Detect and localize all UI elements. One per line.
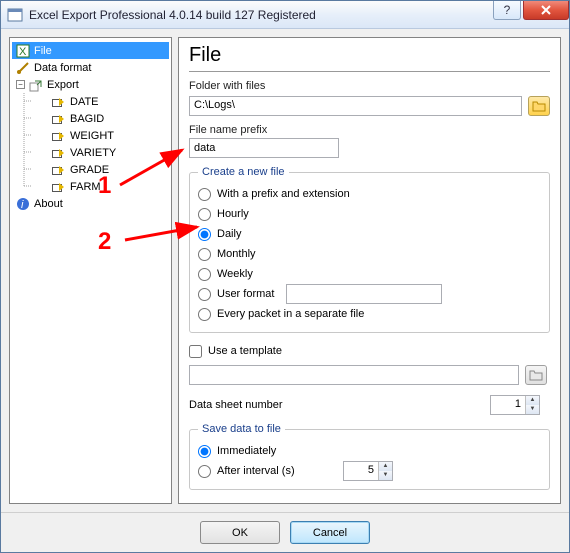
tree-collapse-icon[interactable]: −: [16, 80, 25, 89]
nav-tree[interactable]: X File Data format − Export DATE BAGID W…: [9, 37, 172, 504]
browse-template-button[interactable]: [525, 365, 547, 385]
radio-daily[interactable]: [198, 228, 211, 241]
radio-label: Daily: [217, 228, 241, 240]
field-icon: [52, 164, 66, 176]
tools-icon: [16, 61, 30, 75]
field-icon: [52, 181, 66, 193]
tree-field-farm[interactable]: FARM: [12, 178, 169, 195]
svg-text:X: X: [19, 46, 27, 58]
radio-every-packet[interactable]: [198, 308, 211, 321]
dialog-footer: OK Cancel: [1, 512, 569, 552]
tree-field-weight[interactable]: WEIGHT: [12, 127, 169, 144]
datasheet-value[interactable]: 1: [491, 396, 525, 414]
use-template-label: Use a template: [208, 345, 282, 357]
tree-item-export[interactable]: − Export: [12, 76, 169, 93]
radio-label: Weekly: [217, 268, 253, 280]
save-data-group: Save data to file Immediately After inte…: [189, 423, 550, 490]
field-icon: [52, 113, 66, 125]
radio-monthly[interactable]: [198, 248, 211, 261]
annotation-number-1: 1: [98, 172, 111, 200]
open-file-icon: [529, 369, 543, 381]
spin-down-icon[interactable]: ▼: [526, 405, 539, 414]
field-icon: [52, 130, 66, 142]
tree-item-label: BAGID: [70, 113, 104, 125]
tree-item-label: About: [34, 198, 63, 210]
radio-hourly[interactable]: [198, 208, 211, 221]
page-title: File: [189, 44, 550, 72]
export-icon: [29, 78, 43, 92]
interval-value[interactable]: 5: [344, 462, 378, 480]
tree-item-label: DATE: [70, 96, 99, 108]
spin-down-icon[interactable]: ▼: [379, 471, 392, 480]
tree-field-grade[interactable]: GRADE: [12, 161, 169, 178]
datasheet-label: Data sheet number: [189, 399, 283, 411]
user-format-input[interactable]: [286, 284, 442, 304]
help-button[interactable]: ?: [493, 1, 521, 20]
save-data-legend: Save data to file: [198, 423, 285, 435]
info-icon: i: [16, 197, 30, 211]
radio-user-format[interactable]: [198, 288, 211, 301]
spin-up-icon[interactable]: ▲: [526, 396, 539, 405]
prefix-label: File name prefix: [189, 124, 550, 136]
tree-field-date[interactable]: DATE: [12, 93, 169, 110]
tree-item-about[interactable]: i About: [12, 195, 169, 212]
tree-item-label: WEIGHT: [70, 130, 114, 142]
tree-item-dataformat[interactable]: Data format: [12, 59, 169, 76]
tree-item-label: Data format: [34, 62, 91, 74]
cancel-button[interactable]: Cancel: [290, 521, 370, 544]
create-file-group: Create a new file With a prefix and exte…: [189, 166, 550, 333]
ok-button[interactable]: OK: [200, 521, 280, 544]
field-icon: [52, 147, 66, 159]
tree-item-file[interactable]: X File: [12, 42, 169, 59]
interval-spinner[interactable]: 5 ▲▼: [343, 461, 393, 481]
titlebar-buttons: ?: [494, 1, 569, 28]
close-button[interactable]: [523, 1, 569, 20]
field-icon: [52, 96, 66, 108]
dialog-window: Excel Export Professional 4.0.14 build 1…: [0, 0, 570, 553]
tree-lines: [20, 93, 34, 195]
radio-prefix-ext[interactable]: [198, 188, 211, 201]
app-icon: [7, 7, 23, 23]
radio-label: With a prefix and extension: [217, 188, 350, 200]
tree-item-label: FARM: [70, 181, 101, 193]
create-file-legend: Create a new file: [198, 166, 289, 178]
radio-label: Immediately: [217, 445, 276, 457]
annotation-number-2: 2: [98, 228, 111, 256]
folder-icon: [532, 100, 546, 112]
radio-weekly[interactable]: [198, 268, 211, 281]
radio-label: Every packet in a separate file: [217, 308, 364, 320]
spin-up-icon[interactable]: ▲: [379, 462, 392, 471]
radio-after-interval[interactable]: [198, 465, 211, 478]
settings-panel: File Folder with files C:\Logs\ File nam…: [178, 37, 561, 504]
use-template-checkbox[interactable]: [189, 345, 202, 358]
folder-label: Folder with files: [189, 80, 550, 92]
folder-input[interactable]: C:\Logs\: [189, 96, 522, 116]
titlebar[interactable]: Excel Export Professional 4.0.14 build 1…: [1, 1, 569, 29]
tree-field-variety[interactable]: VARIETY: [12, 144, 169, 161]
spinner-arrows[interactable]: ▲▼: [525, 396, 539, 414]
template-path-input[interactable]: [189, 365, 519, 385]
window-title: Excel Export Professional 4.0.14 build 1…: [29, 8, 494, 22]
radio-label: User format: [217, 288, 274, 300]
content-area: X File Data format − Export DATE BAGID W…: [1, 29, 569, 512]
tree-item-label: VARIETY: [70, 147, 116, 159]
datasheet-spinner[interactable]: 1 ▲▼: [490, 395, 540, 415]
browse-folder-button[interactable]: [528, 96, 550, 116]
radio-label: Monthly: [217, 248, 256, 260]
tree-field-bagid[interactable]: BAGID: [12, 110, 169, 127]
tree-item-label: File: [34, 45, 52, 57]
tree-item-label: Export: [47, 79, 79, 91]
radio-label: After interval (s): [217, 465, 337, 477]
excel-icon: X: [16, 44, 30, 58]
prefix-input[interactable]: [189, 138, 339, 158]
radio-immediately[interactable]: [198, 445, 211, 458]
radio-label: Hourly: [217, 208, 249, 220]
spinner-arrows[interactable]: ▲▼: [378, 462, 392, 480]
